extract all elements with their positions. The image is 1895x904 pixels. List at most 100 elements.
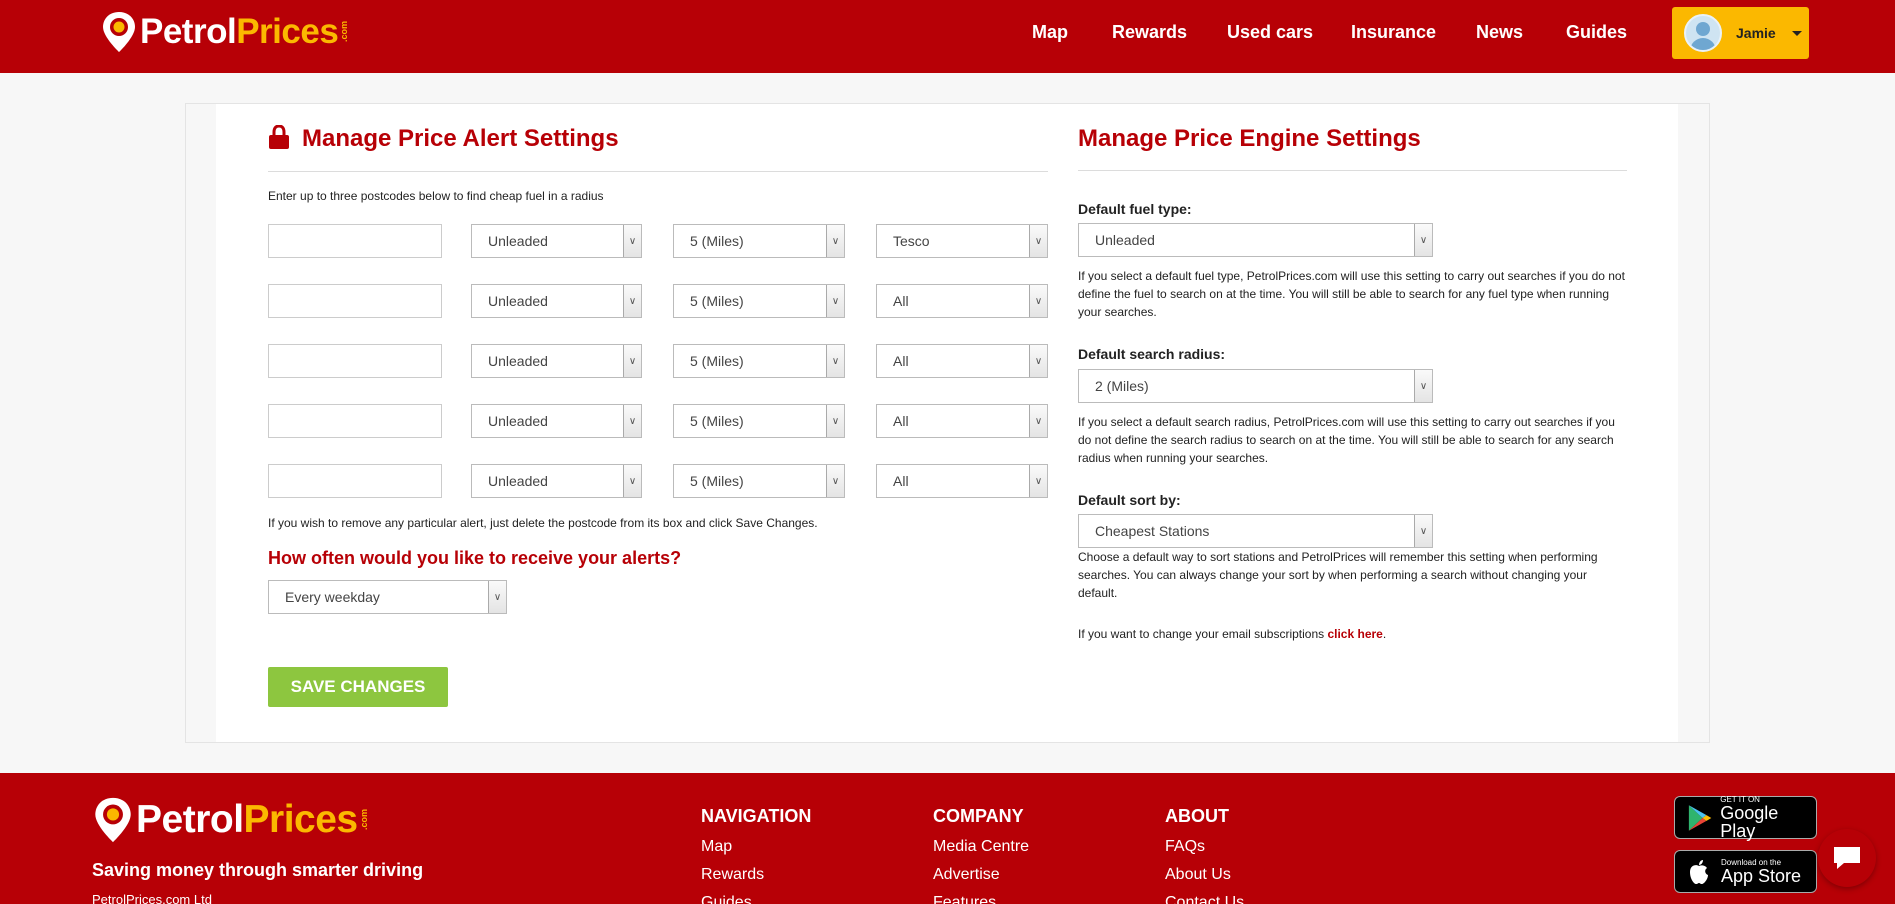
- chevron-down-icon: ∨: [826, 225, 844, 257]
- radius-value: 5 (Miles): [690, 353, 744, 369]
- default-sort-select[interactable]: Cheapest Stations ∨: [1078, 514, 1433, 548]
- brand-select[interactable]: All ∨: [876, 284, 1048, 318]
- postcode-input[interactable]: [268, 284, 442, 318]
- radius-select[interactable]: 5 (Miles) ∨: [673, 284, 845, 318]
- fuel-type-select[interactable]: Unleaded ∨: [471, 284, 642, 318]
- location-pin-icon: [103, 12, 135, 52]
- app-store-button[interactable]: Download on the App Store: [1674, 850, 1817, 893]
- nav-used-cars[interactable]: Used cars: [1227, 22, 1313, 43]
- footer-company-name: PetrolPrices.com Ltd: [92, 892, 212, 904]
- footer-link-rewards[interactable]: Rewards: [701, 866, 764, 884]
- chevron-down-icon: ∨: [488, 581, 506, 613]
- brand-value: All: [893, 473, 909, 489]
- divider: [1078, 170, 1627, 171]
- brand-value: All: [893, 413, 909, 429]
- default-fuel-label: Default fuel type:: [1078, 201, 1192, 217]
- logo-dotcom: .com: [339, 21, 350, 43]
- price-engine-title: Manage Price Engine Settings: [1078, 125, 1421, 152]
- brand-value: Tesco: [893, 233, 930, 249]
- logo-text-secondary: Prices: [243, 798, 359, 841]
- nav-rewards[interactable]: Rewards: [1112, 22, 1187, 43]
- location-pin-icon: [95, 797, 131, 843]
- frequency-select[interactable]: Every weekday ∨: [268, 580, 507, 614]
- footer-tagline: Saving money through smarter driving: [92, 860, 424, 880]
- email-subscriptions-text: If you want to change your email subscri…: [1078, 627, 1387, 641]
- chevron-down-icon: ∨: [1029, 225, 1047, 257]
- brand-value: All: [893, 353, 909, 369]
- brand-select[interactable]: All ∨: [876, 464, 1048, 498]
- chevron-down-icon: ∨: [1029, 285, 1047, 317]
- save-changes-button[interactable]: SAVE CHANGES: [268, 667, 448, 707]
- chevron-down-icon: ∨: [1414, 370, 1432, 402]
- postcode-input[interactable]: [268, 464, 442, 498]
- radius-select[interactable]: 5 (Miles) ∨: [673, 344, 845, 378]
- brand-select[interactable]: Tesco ∨: [876, 224, 1048, 258]
- chevron-down-icon: ∨: [826, 345, 844, 377]
- default-radius-help: If you select a default search radius, P…: [1078, 415, 1615, 465]
- logo-dotcom: .com: [358, 809, 369, 831]
- google-play-button[interactable]: GET IT ON Google Play: [1674, 795, 1817, 840]
- user-name: Jamie: [1736, 25, 1776, 41]
- nav-insurance[interactable]: Insurance: [1351, 22, 1436, 43]
- footer-link-advertise[interactable]: Advertise: [933, 866, 1000, 884]
- default-radius-select[interactable]: 2 (Miles) ∨: [1078, 369, 1433, 403]
- footer-logo[interactable]: PetrolPrices .com: [92, 795, 369, 845]
- postcode-input[interactable]: [268, 344, 442, 378]
- divider: [268, 171, 1048, 172]
- radius-select[interactable]: 5 (Miles) ∨: [673, 464, 845, 498]
- radius-value: 5 (Miles): [690, 293, 744, 309]
- nav-guides[interactable]: Guides: [1566, 22, 1627, 43]
- fuel-type-select[interactable]: Unleaded ∨: [471, 464, 642, 498]
- default-sort-value: Cheapest Stations: [1095, 523, 1210, 539]
- chevron-down-icon: ∨: [623, 465, 641, 497]
- default-fuel-help: If you select a default fuel type, Petro…: [1078, 269, 1625, 319]
- postcode-input[interactable]: [268, 404, 442, 438]
- radius-value: 5 (Miles): [690, 233, 744, 249]
- radius-select[interactable]: 5 (Miles) ∨: [673, 404, 845, 438]
- fuel-type-value: Unleaded: [488, 293, 548, 309]
- fuel-type-value: Unleaded: [488, 413, 548, 429]
- fuel-type-select[interactable]: Unleaded ∨: [471, 224, 642, 258]
- radius-value: 5 (Miles): [690, 473, 744, 489]
- frequency-question: How often would you like to receive your…: [268, 548, 682, 568]
- nav-map[interactable]: Map: [1032, 22, 1068, 43]
- footer-link-map[interactable]: Map: [701, 838, 732, 856]
- frequency-value: Every weekday: [285, 589, 380, 605]
- price-alert-title: Manage Price Alert Settings: [302, 125, 619, 152]
- fuel-type-value: Unleaded: [488, 473, 548, 489]
- footer-link-faqs[interactable]: FAQs: [1165, 838, 1205, 856]
- logo-text-secondary: Prices: [236, 12, 339, 51]
- default-radius-label: Default search radius:: [1078, 346, 1226, 362]
- radius-select[interactable]: 5 (Miles) ∨: [673, 224, 845, 258]
- remove-alert-note: If you wish to remove any particular ale…: [268, 516, 818, 530]
- footer-link-media-centre[interactable]: Media Centre: [933, 838, 1029, 856]
- footer-link-guides[interactable]: Guides: [701, 894, 752, 904]
- footer-company-heading: COMPANY: [933, 806, 1024, 826]
- avatar: [1684, 14, 1722, 52]
- fuel-type-select[interactable]: Unleaded ∨: [471, 404, 642, 438]
- chevron-down-icon: ∨: [826, 465, 844, 497]
- chevron-down-icon: ∨: [623, 405, 641, 437]
- lock-icon: [269, 125, 289, 149]
- default-radius-value: 2 (Miles): [1095, 378, 1149, 394]
- apple-icon: [1690, 859, 1708, 884]
- site-logo[interactable]: PetrolPrices .com: [100, 10, 349, 54]
- postcode-input[interactable]: [268, 224, 442, 258]
- chevron-down-icon: ∨: [623, 285, 641, 317]
- nav-news[interactable]: News: [1476, 22, 1523, 43]
- logo-text-primary: Petrol: [136, 798, 244, 841]
- email-subscriptions-link[interactable]: click here: [1327, 627, 1382, 641]
- default-fuel-select[interactable]: Unleaded ∨: [1078, 223, 1433, 257]
- chat-button[interactable]: [1818, 829, 1876, 887]
- chevron-down-icon: ∨: [1414, 224, 1432, 256]
- fuel-type-value: Unleaded: [488, 353, 548, 369]
- fuel-type-select[interactable]: Unleaded ∨: [471, 344, 642, 378]
- footer-link-contact-us[interactable]: Contact Us: [1165, 894, 1244, 904]
- chevron-down-icon: ∨: [826, 405, 844, 437]
- chevron-down-icon: ∨: [1029, 405, 1047, 437]
- footer-link-about-us[interactable]: About Us: [1165, 866, 1231, 884]
- footer-link-features[interactable]: Features: [933, 894, 996, 904]
- brand-select[interactable]: All ∨: [876, 344, 1048, 378]
- user-menu-button[interactable]: Jamie: [1672, 7, 1809, 59]
- brand-select[interactable]: All ∨: [876, 404, 1048, 438]
